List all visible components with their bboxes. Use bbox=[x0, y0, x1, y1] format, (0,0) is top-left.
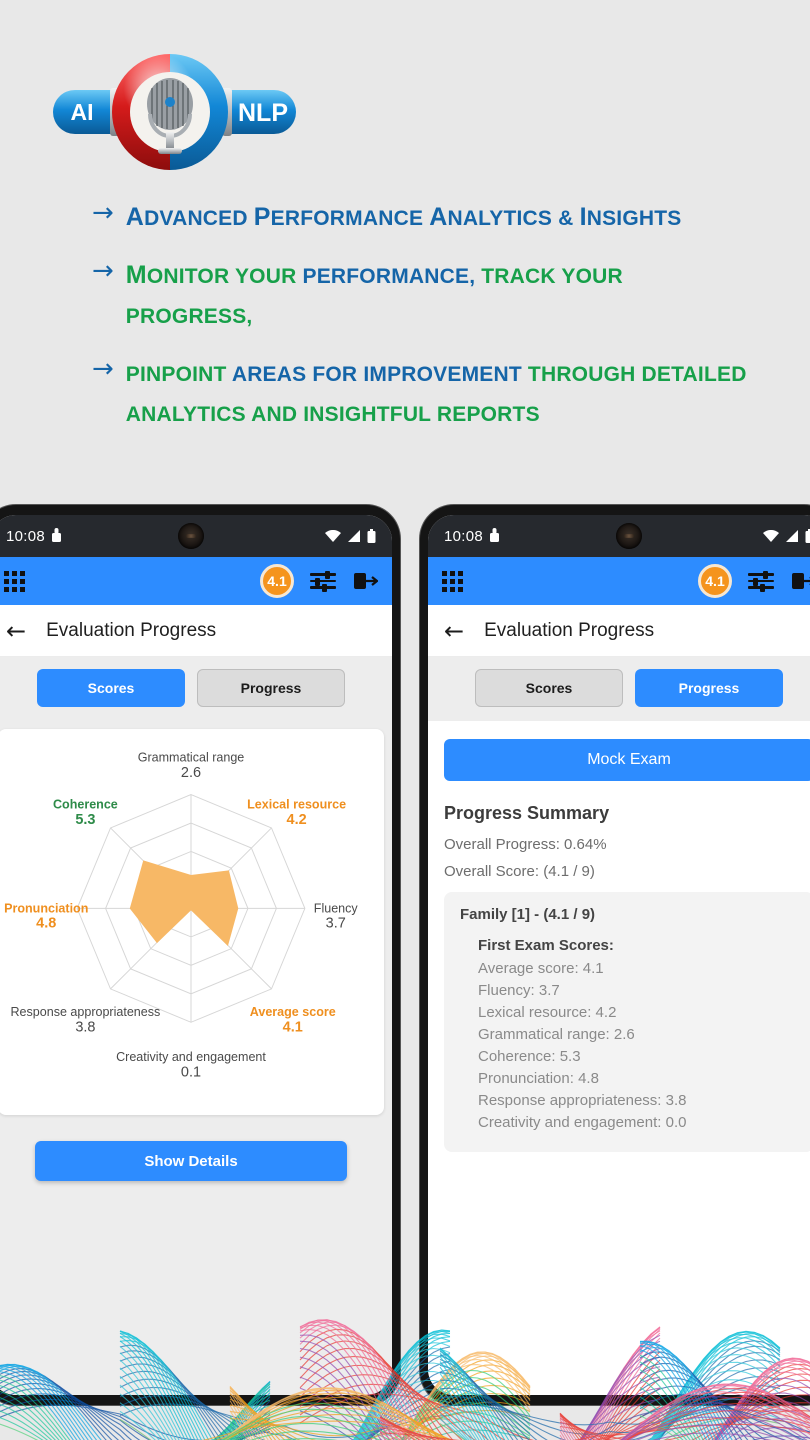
bullet-text-1: ADVANCED PERFORMANCE ANALYTICS & INSIGHT… bbox=[125, 203, 682, 231]
status-icons bbox=[763, 529, 810, 543]
front-camera bbox=[616, 523, 642, 549]
score-line: Fluency: 3.7 bbox=[478, 982, 560, 999]
key-icon bbox=[490, 527, 500, 545]
score-line: Lexical resource: 4.2 bbox=[478, 1004, 617, 1021]
app-bar: 4.1 bbox=[428, 557, 810, 605]
svg-text:Pronunciation: Pronunciation bbox=[4, 901, 88, 915]
headline-bullets: → ADVANCED PERFORMANCE ANALYTICS & INSIG… bbox=[92, 198, 752, 452]
svg-text:Average score: Average score bbox=[250, 1005, 336, 1019]
first-exam-scores-label: First Exam Scores: bbox=[478, 937, 614, 954]
app-logo: AI NLP bbox=[48, 52, 298, 172]
tab-progress[interactable]: Progress bbox=[635, 669, 783, 707]
battery-icon bbox=[367, 529, 376, 543]
score-line: Average score: 4.1 bbox=[478, 960, 604, 977]
wifi-icon bbox=[763, 530, 779, 542]
wifi-icon bbox=[325, 530, 341, 542]
tab-scores[interactable]: Scores bbox=[475, 669, 623, 707]
score-line: Creativity and engagement: 0.0 bbox=[478, 1114, 687, 1131]
signal-icon bbox=[348, 530, 360, 542]
app-bar: 4.1 bbox=[0, 557, 392, 605]
logout-icon[interactable] bbox=[354, 571, 379, 591]
phone-mockup-right: 10:08 4.1 ← Evaluation Progress Scores P… bbox=[420, 505, 810, 1405]
svg-text:4.2: 4.2 bbox=[287, 812, 307, 828]
status-bar: 10:08 bbox=[0, 515, 392, 557]
logout-icon[interactable] bbox=[792, 571, 810, 591]
page-title: Evaluation Progress bbox=[46, 619, 217, 641]
svg-text:2.6: 2.6 bbox=[181, 765, 201, 781]
tab-bar: Scores Progress bbox=[0, 657, 392, 721]
svg-text:3.8: 3.8 bbox=[75, 1019, 95, 1035]
bullet-item: → MONITOR YOUR PERFORMANCE, TRACK YOUR P… bbox=[92, 256, 752, 336]
mock-exam-button[interactable]: Mock Exam bbox=[444, 739, 810, 781]
svg-text:Lexical resource: Lexical resource bbox=[247, 798, 346, 812]
tune-icon[interactable] bbox=[748, 571, 774, 592]
key-icon bbox=[52, 527, 62, 545]
front-camera bbox=[178, 523, 204, 549]
show-details-button[interactable]: Show Details bbox=[35, 1141, 347, 1181]
svg-text:3.7: 3.7 bbox=[326, 916, 346, 932]
svg-text:Grammatical range: Grammatical range bbox=[138, 751, 245, 765]
svg-text:Response appropriateness: Response appropriateness bbox=[11, 1005, 161, 1019]
tune-icon[interactable] bbox=[310, 571, 336, 592]
svg-text:AI: AI bbox=[71, 99, 94, 125]
bullet-text-3: PINPOINT AREAS FOR IMPROVEMENT THROUGH D… bbox=[125, 363, 747, 426]
status-bar: 10:08 bbox=[428, 515, 810, 557]
bullet-item: → PINPOINT AREAS FOR IMPROVEMENT THROUGH… bbox=[92, 354, 752, 434]
svg-text:Fluency: Fluency bbox=[314, 901, 359, 915]
overall-score-line: Overall Score: (4.1 / 9) bbox=[444, 863, 595, 880]
arrow-icon: → bbox=[92, 256, 114, 286]
svg-text:NLP: NLP bbox=[238, 99, 288, 127]
score-badge[interactable]: 4.1 bbox=[260, 564, 294, 598]
logo-graphic: AI NLP bbox=[53, 54, 296, 170]
svg-text:Creativity and engagement: Creativity and engagement bbox=[116, 1050, 266, 1064]
battery-icon bbox=[805, 529, 810, 543]
svg-text:0.1: 0.1 bbox=[181, 1064, 201, 1080]
progress-panel: Mock Exam Progress Summary Overall Progr… bbox=[428, 721, 810, 1395]
tab-bar: Scores Progress bbox=[428, 657, 810, 721]
scores-panel: Grammatical range 2.6 Lexical resource 4.2 F… bbox=[0, 721, 392, 1395]
phone-screen-left: 10:08 4.1 ← Evaluation Progress Scores P… bbox=[0, 515, 392, 1395]
grid-menu-icon[interactable] bbox=[4, 570, 25, 592]
back-arrow-icon[interactable]: ← bbox=[444, 619, 464, 643]
score-badge[interactable]: 4.1 bbox=[698, 564, 732, 598]
svg-text:4.8: 4.8 bbox=[36, 916, 56, 932]
back-arrow-icon[interactable]: ← bbox=[6, 619, 26, 643]
overall-progress-line: Overall Progress: 0.64% bbox=[444, 836, 607, 853]
tab-scores[interactable]: Scores bbox=[37, 669, 185, 707]
score-line: Grammatical range: 2.6 bbox=[478, 1026, 635, 1043]
progress-summary-title: Progress Summary bbox=[444, 803, 610, 823]
bullet-item: → ADVANCED PERFORMANCE ANALYTICS & INSIG… bbox=[92, 198, 752, 238]
radar-chart-card: Grammatical range 2.6 Lexical resource 4.2 F… bbox=[0, 729, 384, 1115]
bullet-text-2: MONITOR YOUR PERFORMANCE, TRACK YOUR PRO… bbox=[125, 261, 623, 328]
title-bar: ← Evaluation Progress bbox=[0, 605, 392, 657]
arrow-icon: → bbox=[92, 354, 114, 384]
status-time: 10:08 bbox=[6, 527, 46, 545]
tab-progress[interactable]: Progress bbox=[197, 669, 345, 707]
family-exam-card: Family [1] - (4.1 / 9) First Exam Scores… bbox=[444, 892, 810, 1152]
score-line: Coherence: 5.3 bbox=[478, 1048, 581, 1065]
score-line: Response appropriateness: 3.8 bbox=[478, 1092, 687, 1109]
score-line: Pronunciation: 4.8 bbox=[478, 1070, 599, 1087]
status-icons bbox=[325, 529, 376, 543]
radar-chart: Grammatical range2.6 Lexical resource4.2 F… bbox=[4, 751, 359, 1081]
family-card-header: Family [1] - (4.1 / 9) bbox=[460, 906, 596, 923]
grid-menu-icon[interactable] bbox=[442, 570, 463, 592]
signal-icon bbox=[786, 530, 798, 542]
svg-text:5.3: 5.3 bbox=[75, 812, 95, 828]
svg-text:4.1: 4.1 bbox=[283, 1019, 303, 1035]
page-title: Evaluation Progress bbox=[484, 619, 655, 641]
status-time: 10:08 bbox=[444, 527, 484, 545]
phone-screen-right: 10:08 4.1 ← Evaluation Progress Scores P… bbox=[428, 515, 810, 1395]
svg-text:Coherence: Coherence bbox=[53, 798, 118, 812]
phone-mockup-left: 10:08 4.1 ← Evaluation Progress Scores P… bbox=[0, 505, 400, 1405]
title-bar: ← Evaluation Progress bbox=[428, 605, 810, 657]
arrow-icon: → bbox=[92, 198, 114, 228]
